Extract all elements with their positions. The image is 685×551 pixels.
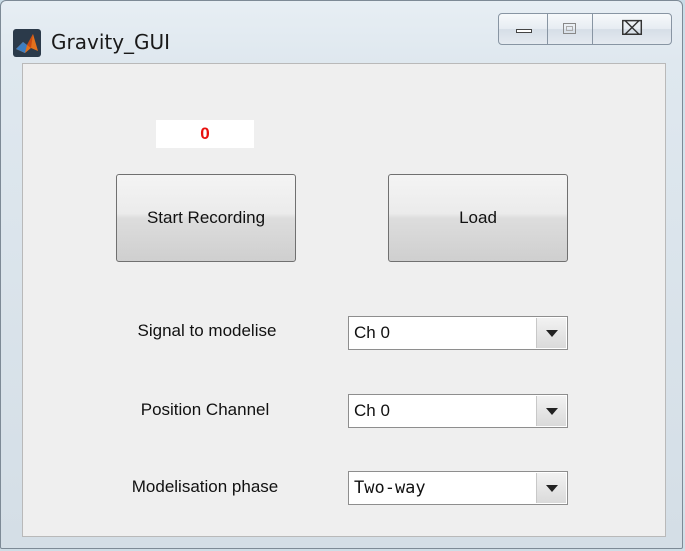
matlab-logo-icon [13,29,41,57]
caption-buttons: ⌧ [498,13,672,47]
app-window: Gravity_GUI ⌧ 0 Start Recording Load Sig… [0,0,683,549]
maximize-button[interactable] [548,13,592,45]
title-bar[interactable]: Gravity_GUI ⌧ [1,1,682,63]
chevron-down-icon[interactable] [536,396,566,426]
start-recording-button[interactable]: Start Recording [116,174,296,262]
minimize-icon [516,29,532,33]
figure-panel: 0 Start Recording Load Signal to modelis… [22,63,666,537]
signal-to-modelise-dropdown[interactable]: Ch 0 [348,316,568,350]
dropdown-value: Ch 0 [354,401,390,420]
dropdown-value: Two-way [354,478,426,498]
chevron-down-icon[interactable] [536,318,566,348]
minimize-button[interactable] [498,13,548,45]
signal-to-modelise-label: Signal to modelise [137,321,277,340]
close-icon: ⌧ [620,16,644,40]
position-channel-label: Position Channel [140,400,270,419]
recording-counter: 0 [156,120,254,148]
close-button[interactable]: ⌧ [592,13,672,45]
maximize-icon [563,23,576,34]
window-title: Gravity_GUI [51,30,171,54]
modelisation-phase-dropdown[interactable]: Two-way [348,471,568,505]
load-button[interactable]: Load [388,174,568,262]
modelisation-phase-label: Modelisation phase [131,477,279,496]
dropdown-value: Ch 0 [354,323,390,342]
chevron-down-icon[interactable] [536,473,566,503]
position-channel-dropdown[interactable]: Ch 0 [348,394,568,428]
